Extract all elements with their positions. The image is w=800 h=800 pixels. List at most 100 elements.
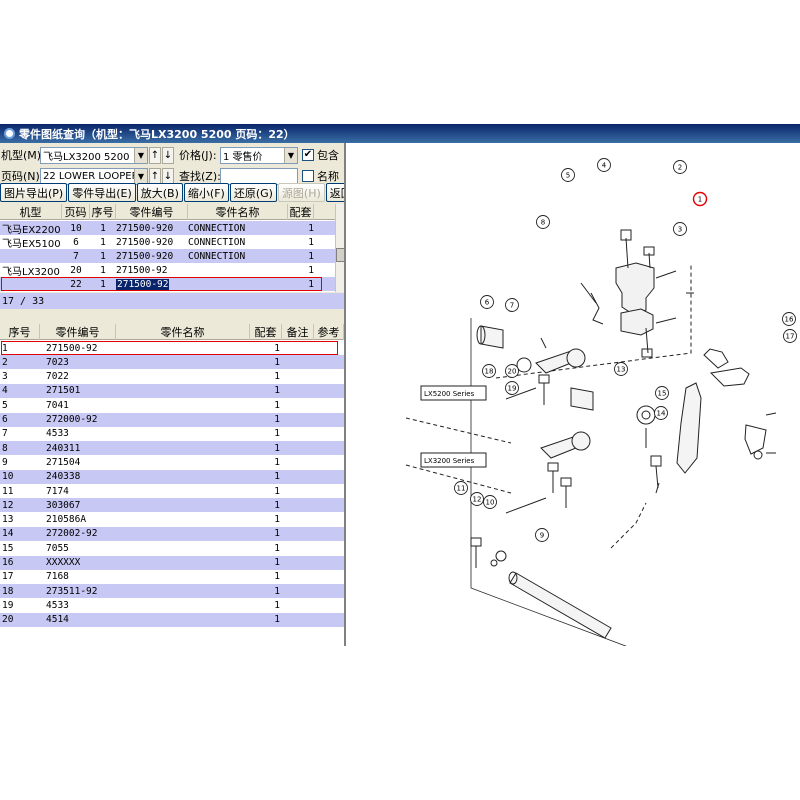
table-cell: 271500-92 (116, 264, 168, 276)
restore-button[interactable]: 还原(G) (229, 183, 277, 202)
table-row[interactable]: 19 4533 1 (0, 598, 344, 613)
table-cell: 1 (274, 499, 280, 511)
table-cell: 7 (73, 250, 79, 262)
table-row[interactable]: 17 7168 1 (0, 569, 344, 584)
table-cell: 飞马LX3200 5 (2, 266, 62, 278)
callout-9[interactable]: 9 (535, 528, 549, 542)
name-label: 名称 (317, 170, 339, 183)
callout-14[interactable]: 14 (654, 406, 668, 420)
table-cell: 271504 (46, 456, 81, 468)
table-cell: 4 (2, 385, 8, 397)
column-header[interactable]: 序号 (90, 204, 116, 220)
chevron-down-icon[interactable]: ▼ (134, 147, 147, 163)
table-row[interactable]: 12 303067 1 (0, 498, 344, 513)
callout-5[interactable]: 5 (561, 168, 575, 182)
drawing-panel: LX5200 Series LX3200 Series 1 2 3 4 5 6 7 8 9 10 1… (344, 143, 800, 646)
table-cell: 7055 (46, 542, 69, 554)
column-header[interactable]: 零件编号 (40, 324, 116, 340)
table-row[interactable]: 7 1 271500-920 CONNECTION 1 (0, 249, 335, 263)
column-header[interactable]: 零件编号 (116, 204, 188, 220)
table-row[interactable]: 飞马LX3200 5 20 1 271500-92 1 (0, 263, 335, 277)
table-cell: 6 (2, 414, 8, 425)
table-row[interactable]: 7 4533 1 (0, 426, 344, 441)
table-row[interactable]: 18 273511-92 1 (0, 584, 344, 599)
table-cell: 271500-920 (116, 250, 174, 262)
table-row[interactable]: 飞马EX5100 6 1 271500-920 CONNECTION 1 (0, 235, 335, 249)
column-header[interactable]: 零件名称 (116, 324, 250, 340)
callout-19[interactable]: 19 (505, 381, 519, 395)
table-row[interactable]: 6 272000-92 1 (0, 412, 344, 427)
include-checkbox[interactable]: ✔ (302, 149, 314, 161)
callout-1[interactable]: 1 (692, 191, 708, 207)
table-row[interactable]: 8 240311 1 (0, 441, 344, 456)
page-down-button[interactable]: ↓ (162, 167, 174, 185)
callout-16[interactable]: 16 (782, 312, 796, 326)
column-header[interactable]: 页码 (62, 204, 90, 220)
table-row[interactable]: 10 240338 1 (0, 469, 344, 484)
table-row[interactable]: 11 7174 1 (0, 484, 344, 498)
table-cell: 1 (274, 471, 280, 483)
window-titlebar[interactable]: 零件图纸查询（机型：飞马LX3200 5200 页码：22） (0, 124, 800, 143)
column-header[interactable]: 机型 (0, 204, 62, 220)
callout-2[interactable]: 2 (673, 160, 687, 174)
back-button[interactable]: 返回(C) (325, 183, 344, 202)
export-image-button[interactable]: 图片导出(P) (0, 183, 68, 202)
callout-17[interactable]: 17 (783, 329, 797, 343)
table-row[interactable]: 4 271501 1 (0, 383, 344, 398)
table-cell: 20 (2, 614, 14, 626)
table-row[interactable]: 14 272002-92 1 (0, 526, 344, 541)
table-row[interactable]: 5 7041 1 (0, 398, 344, 413)
selected-row-outline (1, 277, 322, 291)
callout-11[interactable]: 11 (454, 481, 468, 495)
callout-15[interactable]: 15 (655, 386, 669, 400)
scrollbar-thumb[interactable] (336, 248, 344, 262)
model-up-button[interactable]: ↑ (149, 146, 161, 164)
table-row[interactable]: 20 4514 1 (0, 612, 344, 627)
column-header[interactable]: 配套 (288, 204, 314, 220)
table-cell: 1 (308, 264, 314, 276)
chevron-down-icon[interactable]: ▼ (284, 147, 297, 163)
model-down-button[interactable]: ↓ (162, 146, 174, 164)
column-header[interactable]: 备注 (282, 324, 314, 340)
name-checkbox[interactable] (302, 170, 314, 182)
price-select[interactable]: 1 零售价 ▼ (220, 146, 298, 164)
column-header[interactable]: 零件名称 (188, 204, 288, 220)
table-row[interactable]: 15 7055 1 (0, 541, 344, 556)
source-image-button[interactable]: 源图(H) (277, 183, 325, 202)
model-select[interactable]: 飞马LX3200 5200 ▼ (40, 146, 148, 164)
page-select[interactable]: 22 LOWER LOOPER DI ▼ (40, 167, 148, 185)
search-input[interactable] (220, 167, 298, 185)
table-row[interactable]: 9 271504 1 (0, 455, 344, 470)
table-row[interactable]: 13 210586A 1 (0, 512, 344, 527)
callout-12[interactable]: 12 (470, 492, 484, 506)
column-header[interactable]: 参考 (314, 324, 344, 340)
callout-8[interactable]: 8 (536, 215, 550, 229)
model-value: 飞马LX3200 5200 (43, 151, 130, 163)
callout-20[interactable]: 20 (505, 364, 519, 378)
callout-7[interactable]: 7 (505, 298, 519, 312)
series-label-lx3200: LX3200 Series (424, 457, 475, 465)
column-header[interactable]: 序号 (0, 324, 40, 340)
svg-text:14: 14 (657, 410, 666, 418)
zoom-out-button[interactable]: 缩小(F) (183, 183, 229, 202)
callout-3[interactable]: 3 (673, 222, 687, 236)
table-cell: 10 (2, 471, 14, 483)
callout-18[interactable]: 18 (482, 364, 496, 378)
export-parts-button[interactable]: 零件导出(E) (68, 183, 136, 202)
table-cell: 303067 (46, 499, 81, 511)
callout-13[interactable]: 13 (614, 362, 628, 376)
vertical-scrollbar[interactable] (335, 204, 344, 292)
table-row[interactable]: 16 XXXXXX 1 (0, 555, 344, 570)
page-up-button[interactable]: ↑ (149, 167, 161, 185)
zoom-in-button[interactable]: 放大(B) (136, 183, 183, 202)
table-row[interactable]: 3 7022 1 (0, 369, 344, 384)
include-label: 包含 (317, 149, 339, 162)
table-row[interactable]: 飞马EX2200 10 1 271500-920 CONNECTION 1 (0, 221, 335, 235)
callout-6[interactable]: 6 (480, 295, 494, 309)
column-header[interactable]: 配套 (250, 324, 282, 340)
svg-text:20: 20 (508, 368, 517, 376)
table-row[interactable]: 2 7023 1 (0, 355, 344, 370)
chevron-down-icon[interactable]: ▼ (134, 168, 147, 184)
callout-10[interactable]: 10 (483, 495, 497, 509)
callout-4[interactable]: 4 (597, 158, 611, 172)
